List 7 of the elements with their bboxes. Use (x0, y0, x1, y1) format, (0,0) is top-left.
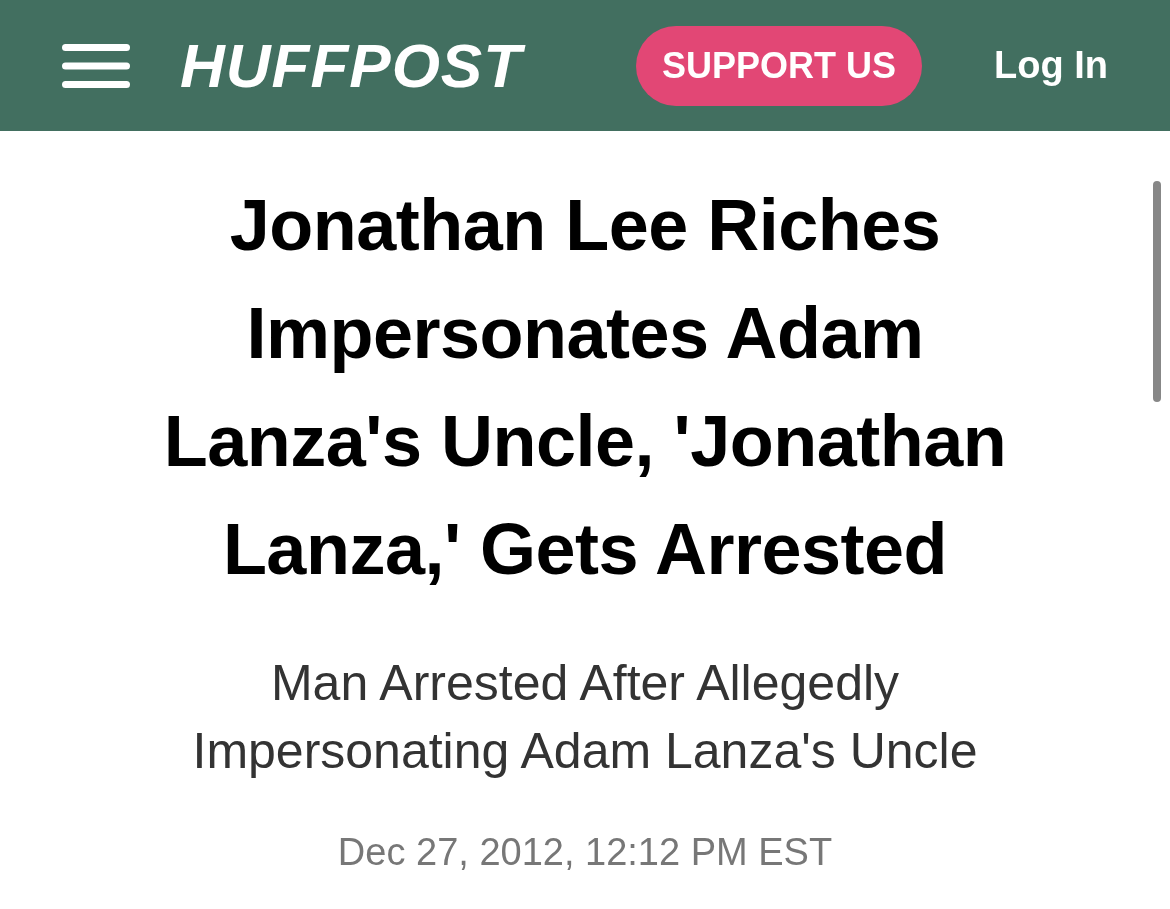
menu-icon[interactable] (62, 43, 130, 88)
article-headline: Jonathan Lee Riches Impersonates Adam Lanza's Uncle, 'Jonathan Lanza,' Gets Arrested (162, 184, 1008, 591)
article-subheadline: Man Arrested After Allegedly Impersonating Adam Lanza's Uncle (191, 654, 979, 781)
scrollbar-thumb[interactable] (1153, 181, 1161, 402)
support-button[interactable]: SUPPORT US (636, 25, 923, 106)
publish-date: Dec 27, 2012, 12:12 PM EST (337, 830, 833, 875)
login-link[interactable]: Log In (994, 44, 1108, 87)
